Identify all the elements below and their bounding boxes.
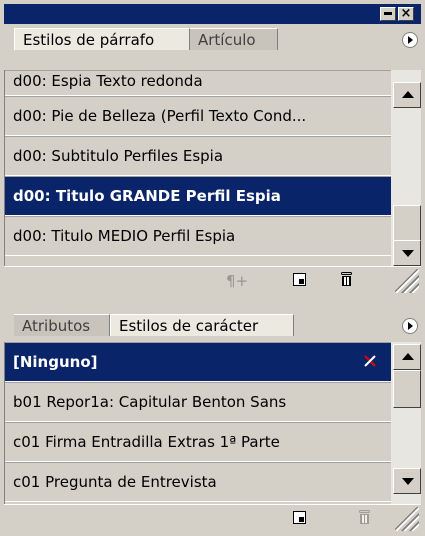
- scroll-thumb[interactable]: [393, 205, 421, 245]
- scroll-down-button[interactable]: [393, 240, 421, 266]
- tab-label: Estilos de párrafo: [23, 31, 155, 49]
- character-panel-tabs: Atributos Estilos de carácter: [4, 312, 421, 336]
- list-item-label: c01 Pregunta de Entrevista: [13, 473, 217, 491]
- list-item-label: c01 Firma Entradilla Extras 1ª Parte: [13, 433, 280, 451]
- not-editable-icon: [364, 355, 376, 367]
- list-item-label: d00: Subtitulo Perfiles Espia: [13, 147, 224, 165]
- close-icon: ×: [400, 6, 412, 21]
- tab-label: Artículo: [198, 31, 256, 49]
- list-item-label: d00: Titulo GRANDE Perfil Espia: [13, 187, 281, 205]
- paragraph-scrollbar[interactable]: [391, 70, 421, 266]
- list-item-selected[interactable]: [Ninguno]: [5, 342, 392, 382]
- list-item[interactable]: d00: Titulo MEDIO Perfil Espia: [5, 216, 392, 256]
- list-item-label: [Ninguno]: [13, 353, 98, 371]
- panel-menu-button[interactable]: [402, 32, 418, 48]
- minimize-button[interactable]: [380, 7, 396, 21]
- list-item[interactable]: d00: Espia Texto redonda: [5, 70, 392, 96]
- list-item-label: d00: Titulo MEDIO Perfil Espia: [13, 227, 236, 245]
- scroll-down-button[interactable]: [393, 468, 421, 494]
- clear-overrides-icon[interactable]: ¶+: [226, 273, 248, 289]
- paragraph-styles-list: d00: Espia Texto redonda d00: Pie de Bel…: [4, 70, 392, 266]
- tab-character-styles[interactable]: Estilos de carácter: [110, 314, 294, 336]
- list-item-label: b01 Repor1a: Capitular Benton Sans: [13, 393, 287, 411]
- resize-grip-icon[interactable]: [395, 269, 419, 293]
- delete-style-icon[interactable]: [358, 510, 371, 525]
- resize-grip-icon[interactable]: [395, 507, 419, 531]
- close-button[interactable]: ×: [398, 6, 414, 21]
- list-item[interactable]: d00: Pie de Belleza (Perfil Texto Cond..…: [5, 96, 392, 136]
- paragraph-panel-tabs: Estilos de párrafo Artículo: [4, 26, 421, 50]
- scroll-up-button[interactable]: [393, 82, 421, 108]
- list-item-label: d00: Pie de Belleza (Perfil Texto Cond..…: [13, 107, 307, 125]
- list-item[interactable]: d00: Subtitulo Perfiles Espia: [5, 136, 392, 176]
- tab-label: Atributos: [22, 317, 91, 335]
- scroll-up-button[interactable]: [393, 344, 421, 370]
- panel-window: × Estilos de párrafo Artículo d00: Espia…: [0, 0, 425, 536]
- panel-title-bar[interactable]: ×: [4, 4, 421, 24]
- panel-menu-button[interactable]: [402, 318, 418, 334]
- tab-attributes[interactable]: Atributos: [14, 314, 110, 336]
- tab-article[interactable]: Artículo: [190, 28, 278, 50]
- scroll-thumb[interactable]: [393, 370, 421, 408]
- character-styles-list: [Ninguno] b01 Repor1a: Capitular Benton …: [4, 342, 392, 504]
- tab-paragraph-styles[interactable]: Estilos de párrafo: [14, 28, 190, 50]
- list-item-selected[interactable]: d00: Titulo GRANDE Perfil Espia: [5, 176, 392, 216]
- new-style-icon[interactable]: [293, 511, 306, 524]
- delete-style-icon[interactable]: [340, 272, 353, 287]
- tab-label: Estilos de carácter: [119, 317, 259, 335]
- character-panel-footer: [4, 504, 421, 533]
- list-item[interactable]: c01 Pregunta de Entrevista: [5, 462, 392, 502]
- list-item[interactable]: c01 Firma Entradilla Extras 1ª Parte: [5, 422, 392, 462]
- character-scrollbar[interactable]: [391, 342, 421, 504]
- paragraph-panel-footer: ¶+: [4, 266, 421, 295]
- new-style-icon[interactable]: [293, 273, 306, 286]
- list-item-label: d00: Espia Texto redonda: [13, 72, 203, 90]
- list-item[interactable]: b01 Repor1a: Capitular Benton Sans: [5, 382, 392, 422]
